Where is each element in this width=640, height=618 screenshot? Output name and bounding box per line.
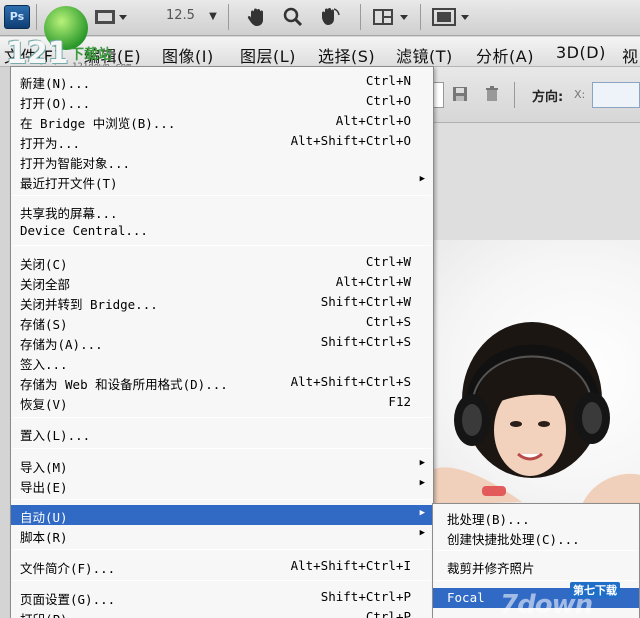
watermark-corner-badge: 第七下载 — [570, 582, 620, 598]
menu-item-file-info[interactable]: 文件简介(F)... Alt+Shift+Ctrl+I — [11, 556, 433, 576]
x-input[interactable] — [592, 82, 640, 108]
menu-layer[interactable]: 图层(L) — [240, 43, 296, 67]
menu-3d[interactable]: 3D(D) — [556, 43, 606, 62]
menu-item-save[interactable]: 存储(S) Ctrl+S — [11, 312, 433, 332]
submenu-item-crop-straighten[interactable]: 裁剪并修齐照片 — [433, 556, 639, 576]
save-icon[interactable] — [452, 86, 470, 104]
submenu-arrow-icon: ▶ — [419, 174, 425, 184]
submenu-arrow-icon: ▶ — [419, 528, 425, 538]
menu-item-save-for-web[interactable]: 存储为 Web 和设备所用格式(D)... Alt+Shift+Ctrl+S — [11, 372, 433, 392]
menu-analysis[interactable]: 分析(A) — [476, 43, 534, 67]
menu-item-print[interactable]: 打印(P)...Ctrl+P — [11, 607, 433, 618]
menu-separator — [13, 549, 431, 550]
direction-label: 方向: — [532, 90, 564, 105]
menu-item-close-all[interactable]: 关闭全部 Alt+Ctrl+W — [11, 272, 433, 292]
menu-item-open-as[interactable]: 打开为... Alt+Shift+Ctrl+O — [11, 131, 433, 151]
menu-separator — [13, 195, 431, 196]
submenu-arrow-icon: ▶ — [419, 508, 425, 518]
photoshop-logo-icon[interactable]: Ps — [4, 5, 30, 29]
menu-item-export[interactable]: 导出(E) ▶ — [11, 475, 433, 495]
menu-item-place[interactable]: 置入(L)... — [11, 423, 433, 443]
menu-item-save-as[interactable]: 存储为(A)... Shift+Ctrl+S — [11, 332, 433, 352]
hand-tool-icon[interactable] — [246, 6, 268, 28]
toolbar-separator — [36, 4, 37, 30]
menu-item-revert[interactable]: 恢复(V) F12 — [11, 392, 433, 412]
menu-separator — [13, 580, 431, 581]
submenu-arrow-icon: ▶ — [419, 478, 425, 488]
chevron-down-icon: ▼ — [209, 11, 217, 22]
menu-item-close[interactable]: 关闭(C) Ctrl+W — [11, 252, 433, 272]
submenu-item-create-droplet[interactable]: 创建快捷批处理(C)... — [433, 527, 639, 547]
toolbar-separator — [360, 4, 361, 30]
menu-item-open-smart-object[interactable]: 打开为智能对象... — [11, 151, 433, 171]
menu-separator — [13, 417, 431, 418]
menu-item-open[interactable]: 打开(O)... Ctrl+O — [11, 91, 433, 111]
menu-item-page-setup[interactable]: 页面设置(G)... Shift+Ctrl+P — [11, 587, 433, 607]
toolbar-separator — [228, 4, 229, 30]
application-toolbar: Ps 12.5 ▼ — [0, 0, 640, 36]
menu-item-automate[interactable]: 自动(U) ▶ — [11, 505, 433, 525]
submenu-arrow-icon: ▶ — [419, 458, 425, 468]
menu-item-close-go-bridge[interactable]: 关闭并转到 Bridge... Shift+Ctrl+W — [11, 292, 433, 312]
menu-view[interactable]: 视 — [622, 43, 639, 67]
corner-watermark: 7down 第七下载 — [500, 580, 638, 618]
rotate-view-icon[interactable] — [318, 6, 342, 28]
woman-with-headphones-image — [432, 322, 640, 505]
watermark-text: 下载站 — [70, 47, 112, 63]
menu-item-recent-files[interactable]: 最近打开文件(T) ▶ — [11, 171, 433, 191]
zoom-tool-icon[interactable] — [282, 6, 304, 28]
options-separator — [514, 82, 515, 108]
menu-item-new[interactable]: 新建(N)... Ctrl+N — [11, 71, 433, 91]
menu-separator — [13, 499, 431, 500]
screen-mode-icon[interactable] — [432, 6, 472, 28]
x-label: X: — [574, 88, 586, 101]
arrange-documents-icon[interactable] — [372, 6, 412, 28]
menu-item-import[interactable]: 导入(M) ▶ — [11, 455, 433, 475]
menu-item-browse-bridge[interactable]: 在 Bridge 中浏览(B)... Alt+Ctrl+O — [11, 111, 433, 131]
zoom-level-dropdown[interactable]: 12.5 ▼ — [166, 8, 217, 23]
document-photo — [432, 240, 640, 505]
menu-select[interactable]: 选择(S) — [318, 43, 375, 67]
menu-image[interactable]: 图像(I) — [162, 43, 214, 67]
trash-icon[interactable] — [484, 86, 502, 104]
menu-separator — [435, 550, 637, 551]
menu-item-scripts[interactable]: 脚本(R) ▶ — [11, 525, 433, 545]
menu-item-device-central[interactable]: Device Central... — [11, 221, 433, 241]
menu-filter[interactable]: 滤镜(T) — [396, 43, 453, 67]
menu-separator — [13, 448, 431, 449]
file-menu: 新建(N)... Ctrl+N 打开(O)... Ctrl+O 在 Bridge 中… — [10, 66, 434, 618]
view-extras-icon[interactable] — [94, 6, 128, 28]
submenu-item-batch[interactable]: 批处理(B)... — [433, 507, 639, 527]
menu-item-check-in[interactable]: 签入... — [11, 352, 433, 372]
menu-separator — [13, 245, 431, 246]
zoom-value: 12.5 — [166, 8, 195, 23]
menu-item-share-screen[interactable]: 共享我的屏幕... — [11, 201, 433, 221]
toolbar-separator — [420, 4, 421, 30]
